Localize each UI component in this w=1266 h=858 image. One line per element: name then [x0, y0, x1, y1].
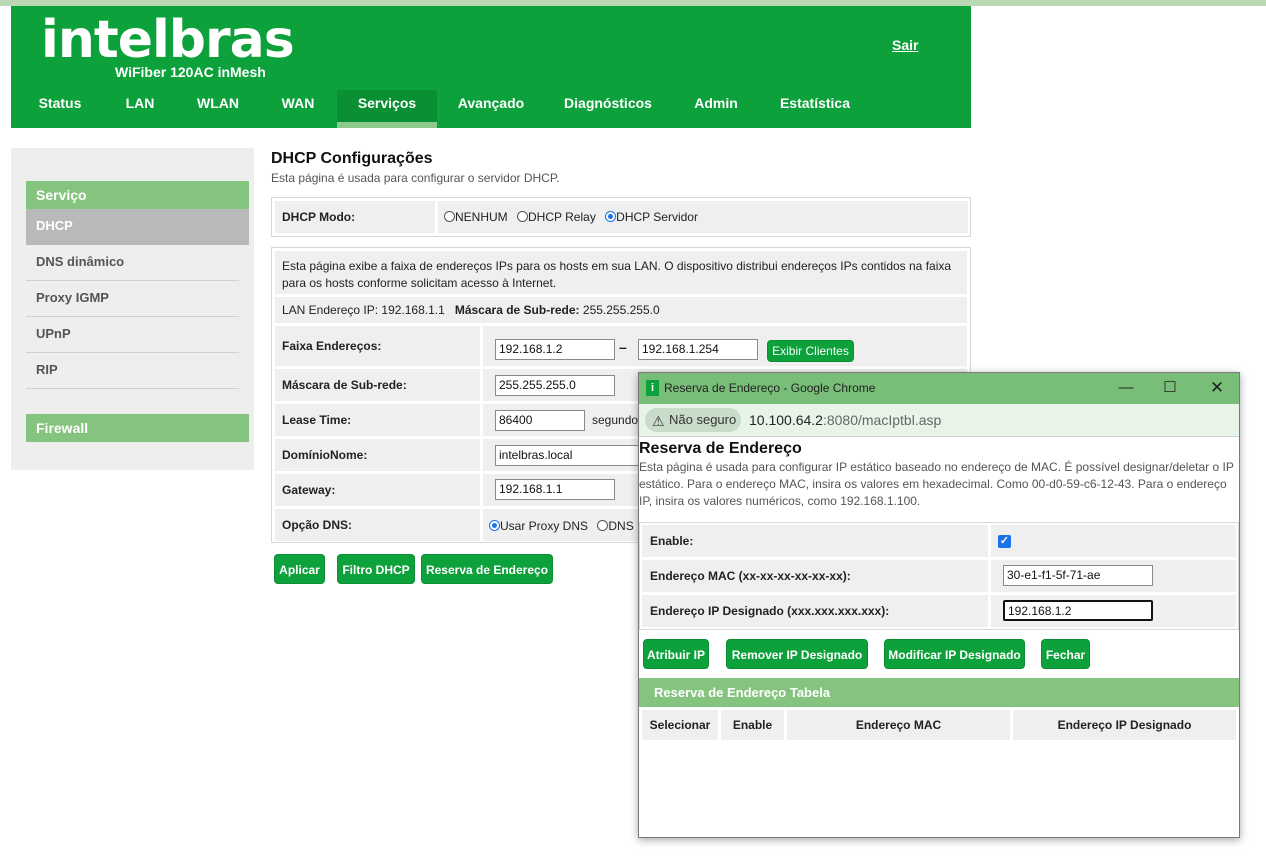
nav-avancado[interactable]: Avançado: [451, 90, 531, 128]
assigned-ip-input[interactable]: 192.168.1.2: [1003, 600, 1153, 621]
warning-icon: ⚠: [652, 413, 665, 429]
nav-estatistica[interactable]: Estatística: [773, 90, 857, 128]
modify-ip-button[interactable]: Modificar IP Designado: [884, 639, 1025, 669]
mac-input[interactable]: 30-e1-f1-5f-71-ae: [1003, 565, 1153, 586]
col-assigned-ip: Endereço IP Designado: [1013, 710, 1236, 740]
range-separator: –: [619, 339, 627, 355]
intelbras-logo: intelbras: [41, 10, 295, 70]
page-subtitle: Esta página é usada para configurar o se…: [271, 171, 560, 185]
popup-title-bar[interactable]: i Reserva de Endereço - Google Chrome — …: [639, 373, 1239, 404]
assigned-ip-cell: 192.168.1.2: [991, 595, 1236, 627]
lan-mask-value: 255.255.255.0: [582, 303, 660, 317]
dhcp-info-text: Esta página exibe a faixa de endereços I…: [275, 251, 967, 294]
sidebar-section-firewall[interactable]: Firewall: [26, 414, 249, 442]
sidebar-section-servico: Serviço: [26, 181, 249, 209]
nav-diagnosticos[interactable]: Diagnósticos: [559, 90, 657, 128]
dhcp-mode-box: DHCP Modo: NENHUM DHCP Relay DHCP Servid…: [271, 197, 971, 237]
page-title: DHCP Configurações: [271, 150, 433, 167]
apply-button[interactable]: Aplicar: [274, 554, 325, 584]
domain-input[interactable]: intelbras.local: [495, 445, 655, 466]
radio-dhcp-servidor[interactable]: [605, 211, 617, 222]
url-path: :8080/macIptbl.asp: [822, 412, 942, 428]
domain-label: DomínioNome:: [275, 439, 480, 471]
reservation-popup-window: i Reserva de Endereço - Google Chrome — …: [638, 372, 1240, 838]
gateway-input[interactable]: 192.168.1.1: [495, 479, 615, 500]
mac-label: Endereço MAC (xx-xx-xx-xx-xx-xx):: [642, 560, 988, 592]
popup-window-title: Reserva de Endereço - Google Chrome: [664, 381, 876, 395]
lan-info-row: LAN Endereço IP: 192.168.1.1 Máscara de …: [275, 297, 967, 323]
range-label: Faixa Endereços:: [275, 326, 480, 366]
url-text[interactable]: 10.100.64.2:8080/macIptbl.asp: [749, 412, 941, 428]
col-mac: Endereço MAC: [787, 710, 1010, 740]
radio-dns-label: DNS: [608, 519, 634, 533]
popup-page-title: Reserva de Endereço: [639, 440, 802, 457]
radio-dhcp-relay[interactable]: [517, 211, 529, 222]
nav-lan[interactable]: LAN: [115, 90, 165, 128]
reservation-form: Enable: ✓ Endereço MAC (xx-xx-xx-xx-xx-x…: [639, 522, 1239, 630]
range-cell: 192.168.1.2 – 192.168.1.254 Exibir Clien…: [483, 326, 967, 366]
sidebar: Serviço DHCP DNS dinâmico Proxy IGMP UPn…: [11, 148, 254, 470]
lan-mask-label: Máscara de Sub-rede:: [454, 303, 580, 317]
dns-option-label: Opção DNS:: [275, 509, 480, 541]
show-clients-button[interactable]: Exibir Clientes: [767, 340, 854, 362]
logout-link[interactable]: Sair: [892, 37, 918, 53]
col-select: Selecionar: [642, 710, 718, 740]
lan-ip-label: LAN Endereço IP:: [282, 303, 379, 317]
col-enable: Enable: [721, 710, 784, 740]
range-start-input[interactable]: 192.168.1.2: [495, 339, 615, 360]
enable-cell: ✓: [991, 525, 1236, 557]
reservation-table-title: Reserva de Endereço Tabela: [639, 678, 1239, 707]
maximize-icon[interactable]: ☐: [1155, 377, 1185, 399]
assigned-ip-label: Endereço IP Designado (xxx.xxx.xxx.xxx):: [642, 595, 988, 627]
radio-nenhum[interactable]: [444, 211, 455, 222]
enable-checkbox[interactable]: ✓: [998, 535, 1011, 548]
subnet-label: Máscara de Sub-rede:: [275, 369, 480, 401]
lease-label: Lease Time:: [275, 404, 480, 436]
radio-nenhum-label: NENHUM: [455, 210, 508, 224]
remove-ip-button[interactable]: Remover IP Designado: [726, 639, 868, 669]
nav-status[interactable]: Status: [29, 90, 91, 128]
popup-page-description: Esta página é usada para configurar IP e…: [639, 460, 1234, 508]
nav-servicos[interactable]: Serviços: [337, 90, 437, 128]
radio-dhcp-servidor-label: DHCP Servidor: [616, 210, 698, 224]
gateway-label: Gateway:: [275, 474, 480, 506]
info-icon: i: [646, 380, 659, 396]
dhcp-filter-button[interactable]: Filtro DHCP: [337, 554, 415, 584]
lease-unit: segundo: [592, 413, 639, 427]
subnet-input[interactable]: 255.255.255.0: [495, 375, 615, 396]
dhcp-mode-label: DHCP Modo:: [275, 201, 435, 233]
range-end-input[interactable]: 192.168.1.254: [638, 339, 758, 360]
lease-input[interactable]: 86400: [495, 410, 585, 431]
close-popup-button[interactable]: Fechar: [1041, 639, 1090, 669]
header-bar: intelbras WiFiber 120AC inMesh Sair Stat…: [11, 6, 971, 128]
minimize-icon[interactable]: —: [1111, 377, 1141, 399]
nav-wlan[interactable]: WLAN: [187, 90, 249, 128]
radio-proxy-dns-label: Usar Proxy DNS: [500, 519, 589, 533]
main-nav: Status LAN WLAN WAN Serviços Avançado Di…: [11, 90, 971, 128]
radio-dhcp-relay-label: DHCP Relay: [528, 210, 596, 224]
nav-wan[interactable]: WAN: [273, 90, 323, 128]
lan-ip-value: 192.168.1.1: [381, 303, 445, 317]
close-icon[interactable]: ✕: [1202, 377, 1232, 399]
enable-label: Enable:: [642, 525, 988, 557]
nav-admin[interactable]: Admin: [685, 90, 747, 128]
assign-ip-button[interactable]: Atribuir IP: [643, 639, 709, 669]
security-badge[interactable]: ⚠ Não seguro: [645, 408, 741, 432]
security-text: Não seguro: [669, 412, 737, 427]
model-name: WiFiber 120AC inMesh: [115, 64, 266, 80]
sidebar-item-dhcp[interactable]: DHCP: [26, 209, 249, 245]
sidebar-item-rip[interactable]: RIP: [26, 353, 239, 389]
address-bar[interactable]: ⚠ Não seguro 10.100.64.2:8080/macIptbl.a…: [639, 404, 1239, 437]
address-reservation-button[interactable]: Reserva de Endereço: [421, 554, 553, 584]
url-host: 10.100.64.2: [749, 412, 823, 428]
radio-dns[interactable]: [597, 520, 609, 531]
mac-cell: 30-e1-f1-5f-71-ae: [991, 560, 1236, 592]
sidebar-item-ddns[interactable]: DNS dinâmico: [26, 245, 239, 281]
radio-proxy-dns[interactable]: [489, 520, 500, 531]
sidebar-item-igmp[interactable]: Proxy IGMP: [26, 281, 239, 317]
sidebar-item-upnp[interactable]: UPnP: [26, 317, 239, 353]
dhcp-mode-options: NENHUM DHCP Relay DHCP Servidor: [438, 201, 968, 233]
